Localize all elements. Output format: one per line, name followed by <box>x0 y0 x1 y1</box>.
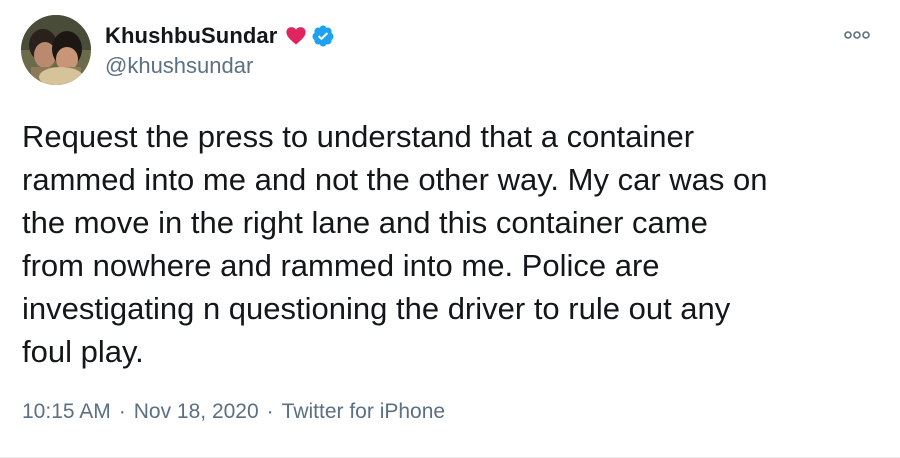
more-options-icon[interactable] <box>844 28 870 40</box>
meta-separator: · <box>266 400 274 423</box>
name-row: KhushbuSundar <box>105 21 335 51</box>
tweet-date[interactable]: Nov 18, 2020 <box>134 400 259 424</box>
avatar[interactable] <box>21 15 91 85</box>
author-handle[interactable]: @khushsundar <box>105 53 335 79</box>
heart-icon <box>285 25 307 47</box>
author-names: KhushbuSundar @khushsundar <box>105 21 335 79</box>
verified-badge-icon <box>311 24 335 48</box>
tweet-card: KhushbuSundar @khushsundar Request the p… <box>0 0 900 458</box>
tweet-meta: 10:15 AM · Nov 18, 2020 · Twitter for iP… <box>22 400 445 424</box>
meta-separator: · <box>118 400 126 423</box>
author-display-name[interactable]: KhushbuSundar <box>105 23 277 49</box>
tweet-source[interactable]: Twitter for iPhone <box>282 400 445 424</box>
tweet-time[interactable]: 10:15 AM <box>22 400 111 424</box>
tweet-text: Request the press to understand that a c… <box>22 119 768 369</box>
avatar-image <box>21 15 91 85</box>
tweet-header: KhushbuSundar @khushsundar <box>21 15 335 85</box>
